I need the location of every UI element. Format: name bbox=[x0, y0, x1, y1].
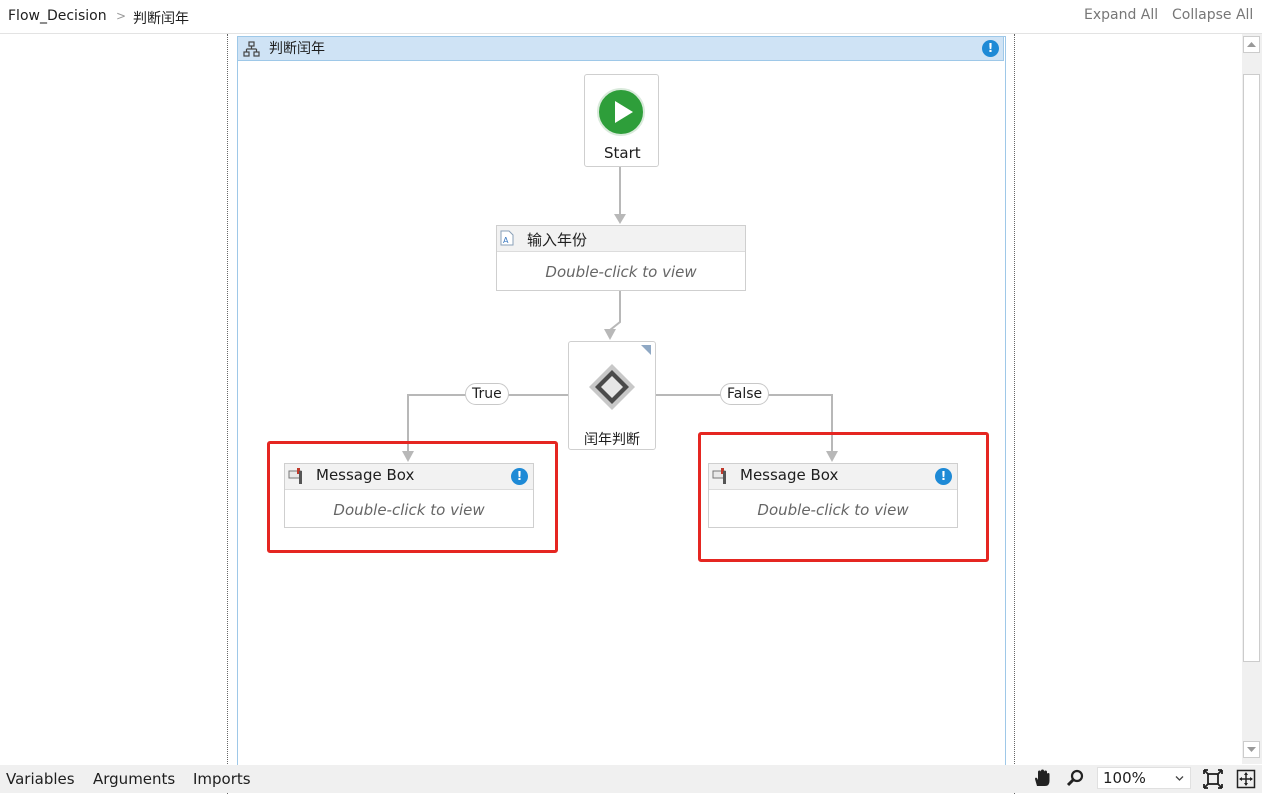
imports-tab[interactable]: Imports bbox=[193, 770, 251, 788]
arguments-tab[interactable]: Arguments bbox=[93, 770, 175, 788]
message-box-true-title: Message Box bbox=[316, 466, 415, 484]
start-label: Start bbox=[604, 144, 641, 162]
zoom-search-icon[interactable] bbox=[1066, 769, 1085, 788]
decision-label: 闰年判断 bbox=[584, 432, 640, 448]
chevron-down-icon bbox=[1175, 776, 1184, 781]
message-box-icon bbox=[712, 468, 726, 484]
scroll-down-button[interactable] bbox=[1243, 741, 1260, 758]
scroll-up-button[interactable] bbox=[1243, 36, 1260, 53]
input-dialog-icon: A bbox=[500, 230, 514, 246]
hand-pan-icon[interactable] bbox=[1032, 768, 1052, 788]
scroll-thumb[interactable] bbox=[1243, 74, 1260, 662]
true-branch-label[interactable]: True bbox=[465, 383, 509, 405]
fit-to-screen-icon[interactable] bbox=[1203, 769, 1223, 789]
zoom-value: 100% bbox=[1103, 769, 1146, 787]
warning-icon[interactable]: ! bbox=[935, 468, 952, 485]
play-icon bbox=[597, 88, 645, 136]
message-box-false-title: Message Box bbox=[740, 466, 839, 484]
input-dialog-hint: Double-click to view bbox=[545, 263, 697, 281]
decision-diamond-icon bbox=[589, 364, 635, 410]
message-box-false-hint: Double-click to view bbox=[757, 501, 909, 519]
svg-text:A: A bbox=[503, 236, 509, 245]
chevron-down-icon bbox=[1247, 747, 1256, 752]
zoom-select[interactable]: 100% bbox=[1097, 767, 1191, 789]
message-box-icon bbox=[288, 468, 302, 484]
chevron-up-icon bbox=[1247, 42, 1256, 47]
input-dialog-title: 输入年份 bbox=[527, 231, 588, 249]
message-box-true-hint: Double-click to view bbox=[333, 501, 485, 519]
overview-icon[interactable] bbox=[1236, 769, 1256, 789]
corner-fold-icon bbox=[641, 345, 651, 355]
variables-tab[interactable]: Variables bbox=[6, 770, 75, 788]
warning-icon[interactable]: ! bbox=[511, 468, 528, 485]
false-branch-label[interactable]: False bbox=[720, 383, 770, 405]
